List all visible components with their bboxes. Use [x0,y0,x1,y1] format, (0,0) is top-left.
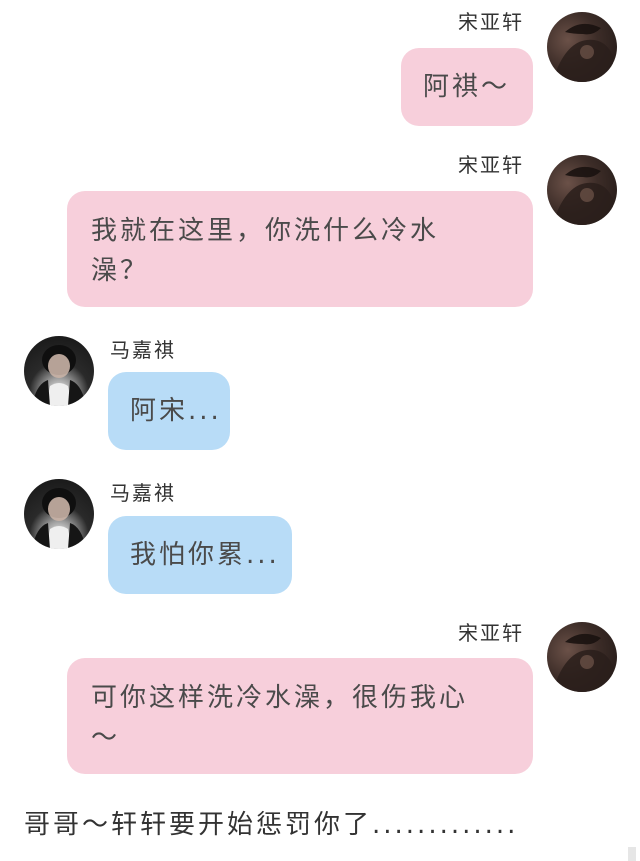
sender-name: 宋亚轩 [458,10,524,34]
avatar-icon[interactable] [547,155,617,225]
sender-name: 马嘉祺 [110,481,176,505]
avatar-icon[interactable] [547,622,617,692]
narration-text: 哥哥～轩轩要开始惩罚你了............. [24,810,519,840]
message-bubble: 可你这样洗冷水澡，很伤我心～ [67,658,533,774]
sender-name: 宋亚轩 [458,621,524,645]
sender-name: 宋亚轩 [458,153,524,177]
message-bubble: 阿祺～ [401,48,533,126]
scroll-indicator [628,847,636,861]
message-bubble: 我怕你累... [108,516,292,594]
avatar-icon[interactable] [24,336,94,406]
message-bubble: 阿宋... [108,372,230,450]
message-bubble: 我就在这里，你洗什么冷水澡？ [67,191,533,307]
sender-name: 马嘉祺 [110,338,176,362]
avatar-icon[interactable] [24,479,94,549]
avatar-icon[interactable] [547,12,617,82]
